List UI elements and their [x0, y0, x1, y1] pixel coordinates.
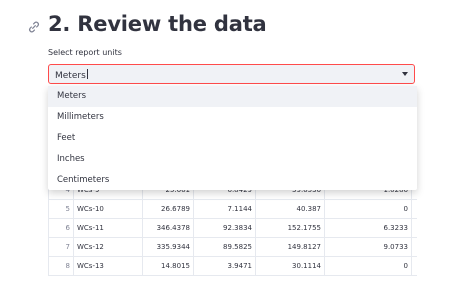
option-feet[interactable]: Feet — [48, 128, 417, 149]
value-cell: 89.5825 — [193, 237, 256, 257]
value-cell: 7.1144 — [193, 199, 256, 219]
units-select-label: Select report units — [48, 48, 122, 57]
units-select-value[interactable]: Meters — [55, 69, 88, 81]
chevron-down-icon[interactable] — [402, 72, 408, 76]
row-index-cell: 5 — [48, 199, 74, 219]
option-centimeters[interactable]: Centimeters — [48, 170, 417, 191]
empty-cell — [411, 237, 417, 257]
empty-cell — [411, 199, 417, 219]
option-millimeters[interactable]: Millimeters — [48, 107, 417, 128]
value-cell: 92.3834 — [193, 218, 256, 238]
value-cell: 0 — [324, 256, 412, 276]
value-cell: 0 — [324, 199, 412, 219]
table-row: 6 WCs-11 346.4378 92.3834 152.1755 6.3233 — [48, 218, 417, 238]
value-cell: 346.4378 — [142, 218, 194, 238]
table-row: 7 WCs-12 335.9344 89.5825 149.8127 9.0733 — [48, 237, 417, 257]
empty-cell — [411, 256, 417, 276]
value-cell: 152.1755 — [255, 218, 325, 238]
option-meters[interactable]: Meters — [48, 86, 417, 107]
option-inches[interactable]: Inches — [48, 149, 417, 170]
link-icon[interactable] — [27, 20, 41, 34]
value-cell: 3.9471 — [193, 256, 256, 276]
value-cell: 335.9344 — [142, 237, 194, 257]
data-table: 4 WCs-9 25.661 6.8429 39.6536 1.0286 5 WCs-10 26… — [48, 180, 417, 284]
table-row: 8 WCs-13 14.8015 3.9471 30.1114 0 — [48, 256, 417, 276]
value-cell: 9.0733 — [324, 237, 412, 257]
name-cell: WCs-13 — [73, 256, 143, 276]
value-cell: 6.3233 — [324, 218, 412, 238]
value-cell: 40.387 — [255, 199, 325, 219]
units-dropdown-menu: Meters Millimeters Feet Inches Centimete… — [48, 86, 417, 190]
page-title: 2. Review the data — [48, 12, 267, 36]
name-cell: WCs-11 — [73, 218, 143, 238]
value-cell: 149.8127 — [255, 237, 325, 257]
name-cell: WCs-10 — [73, 199, 143, 219]
text-caret — [86, 69, 88, 79]
empty-cell — [411, 218, 417, 238]
units-select[interactable]: Meters — [48, 64, 415, 84]
row-index-cell: 7 — [48, 237, 74, 257]
value-cell: 30.1114 — [255, 256, 325, 276]
row-index-cell: 8 — [48, 256, 74, 276]
name-cell: WCs-12 — [73, 237, 143, 257]
table-row: 5 WCs-10 26.6789 7.1144 40.387 0 — [48, 199, 417, 219]
value-cell: 26.6789 — [142, 199, 194, 219]
value-cell: 14.8015 — [142, 256, 194, 276]
row-index-cell: 6 — [48, 218, 74, 238]
